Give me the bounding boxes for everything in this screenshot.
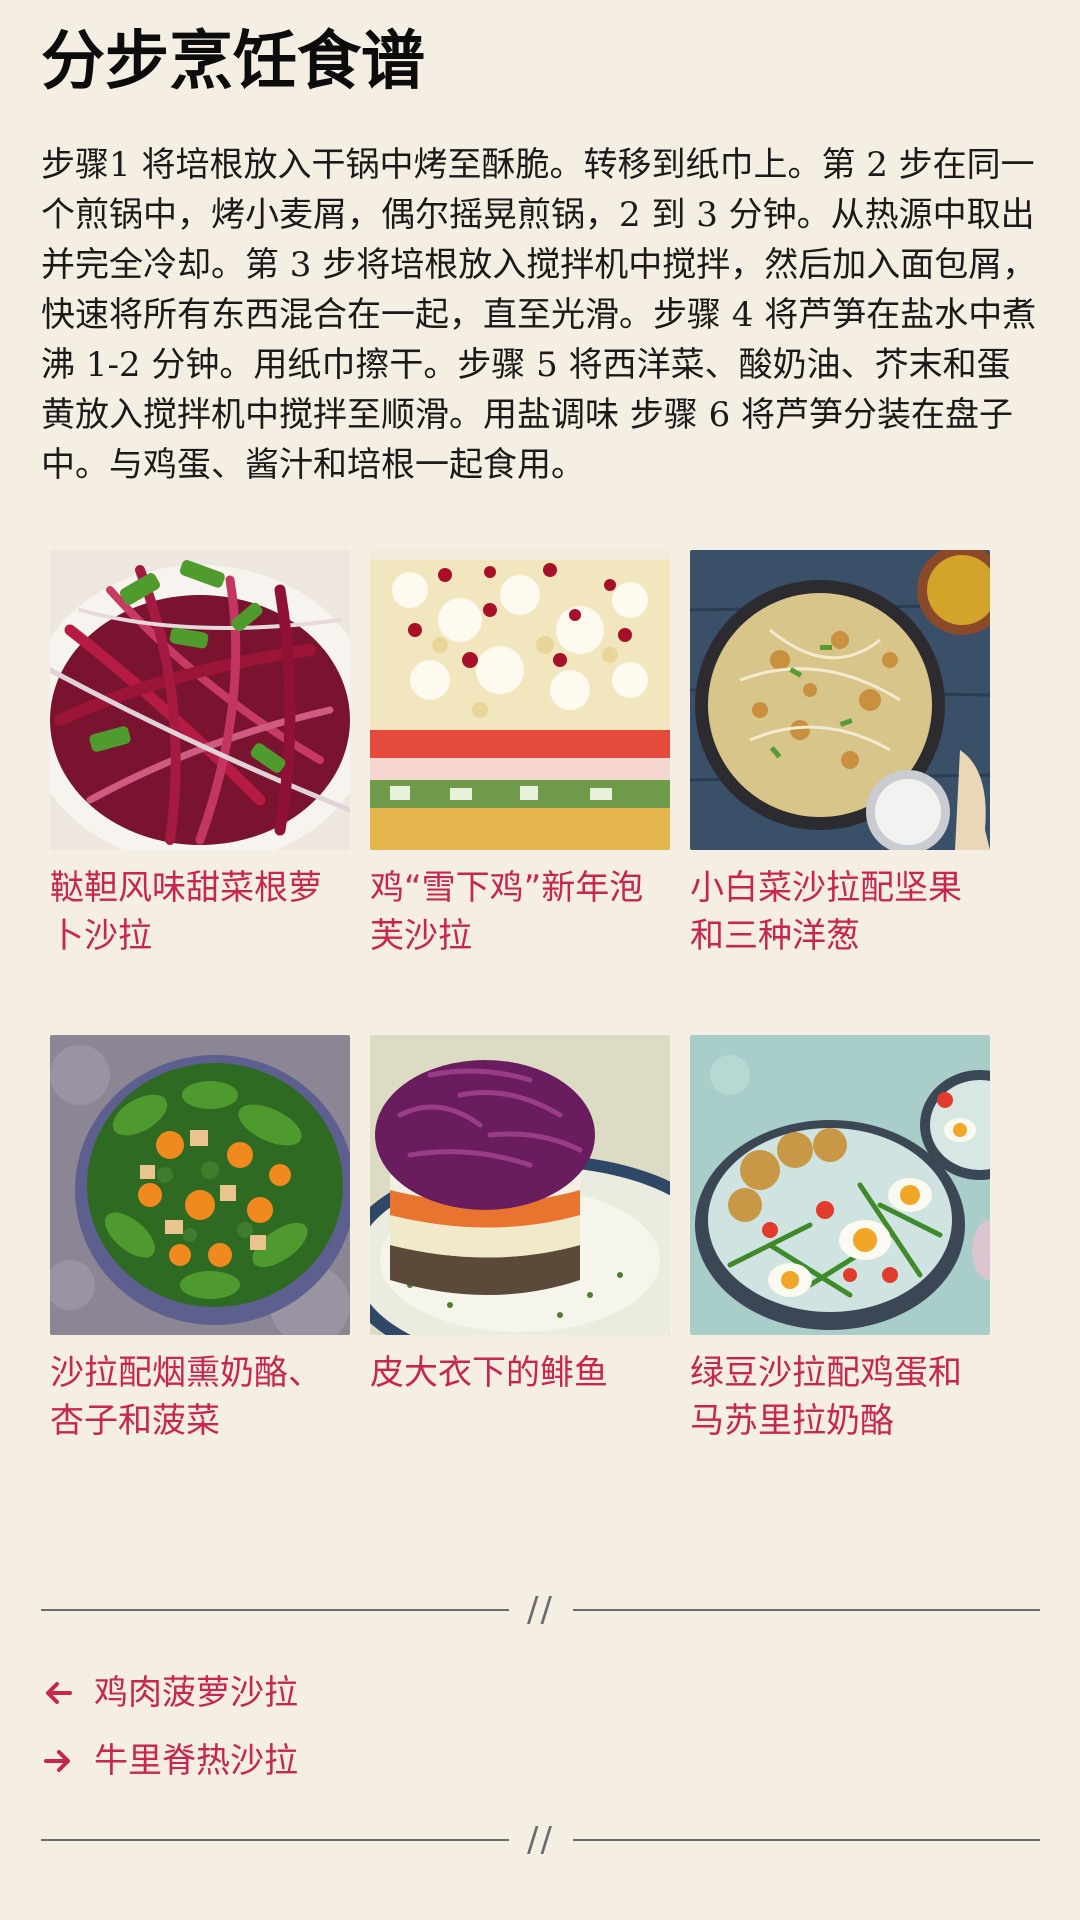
cabbage-nut-salad-photo[interactable] <box>690 550 990 850</box>
prev-recipe-link[interactable]: 鸡肉菠萝沙拉 <box>41 1669 298 1717</box>
next-recipe-link[interactable]: 牛里脊热沙拉 <box>41 1737 298 1785</box>
layered-puff-salad-photo[interactable] <box>370 550 670 850</box>
beet-radish-salad-photo[interactable] <box>50 550 350 850</box>
related-recipe-card[interactable]: 鸡“雪下鸡”新年泡芙沙拉 <box>370 550 670 1035</box>
related-recipe-title[interactable]: 绿豆沙拉配鸡蛋和马苏里拉奶酪 <box>690 1349 990 1445</box>
recipe-steps-text: 步骤1 将培根放入干锅中烤至酥脆。转移到纸巾上。第 2 步在同一个煎锅中，烤小麦… <box>41 145 1037 485</box>
related-recipe-card[interactable]: 小白菜沙拉配坚果和三种洋葱 <box>690 550 990 1035</box>
related-recipes-grid: 鞑靼风味甜菜根萝卜沙拉 鸡“雪下鸡”新年泡芙沙拉 小白菜沙拉配坚果和三种洋葱 沙… <box>50 550 1010 1520</box>
divider-line <box>41 1839 509 1841</box>
related-recipe-card[interactable]: 沙拉配烟熏奶酪、杏子和菠菜 <box>50 1035 350 1520</box>
arrow-right-icon <box>44 1750 70 1772</box>
divider-mark: // <box>527 1820 554 1860</box>
arrow-left-icon <box>46 1682 72 1704</box>
related-recipe-title[interactable]: 鸡“雪下鸡”新年泡芙沙拉 <box>370 864 670 960</box>
divider-line <box>41 1609 509 1611</box>
related-recipe-title[interactable]: 小白菜沙拉配坚果和三种洋葱 <box>690 864 990 960</box>
related-recipe-card[interactable]: 皮大衣下的鲱鱼 <box>370 1035 670 1520</box>
divider-line <box>572 1839 1040 1841</box>
related-recipe-title[interactable]: 皮大衣下的鲱鱼 <box>370 1349 670 1397</box>
related-recipe-card[interactable]: 鞑靼风味甜菜根萝卜沙拉 <box>50 550 350 1035</box>
green-bean-egg-salad-photo[interactable] <box>690 1035 990 1335</box>
spinach-apricot-salad-photo[interactable] <box>50 1035 350 1335</box>
divider-mark: // <box>527 1590 554 1630</box>
related-recipe-title[interactable]: 鞑靼风味甜菜根萝卜沙拉 <box>50 864 350 960</box>
page-title: 分步烹饪食谱 <box>41 25 425 99</box>
divider-line <box>572 1609 1040 1611</box>
herring-under-fur-coat-photo[interactable] <box>370 1035 670 1335</box>
section-divider: // <box>41 1820 1040 1860</box>
related-recipe-card[interactable]: 绿豆沙拉配鸡蛋和马苏里拉奶酪 <box>690 1035 990 1520</box>
prev-recipe-label[interactable]: 鸡肉菠萝沙拉 <box>94 1669 298 1717</box>
related-recipe-title[interactable]: 沙拉配烟熏奶酪、杏子和菠菜 <box>50 1349 350 1445</box>
section-divider: // <box>41 1590 1040 1630</box>
next-recipe-label[interactable]: 牛里脊热沙拉 <box>94 1737 298 1785</box>
